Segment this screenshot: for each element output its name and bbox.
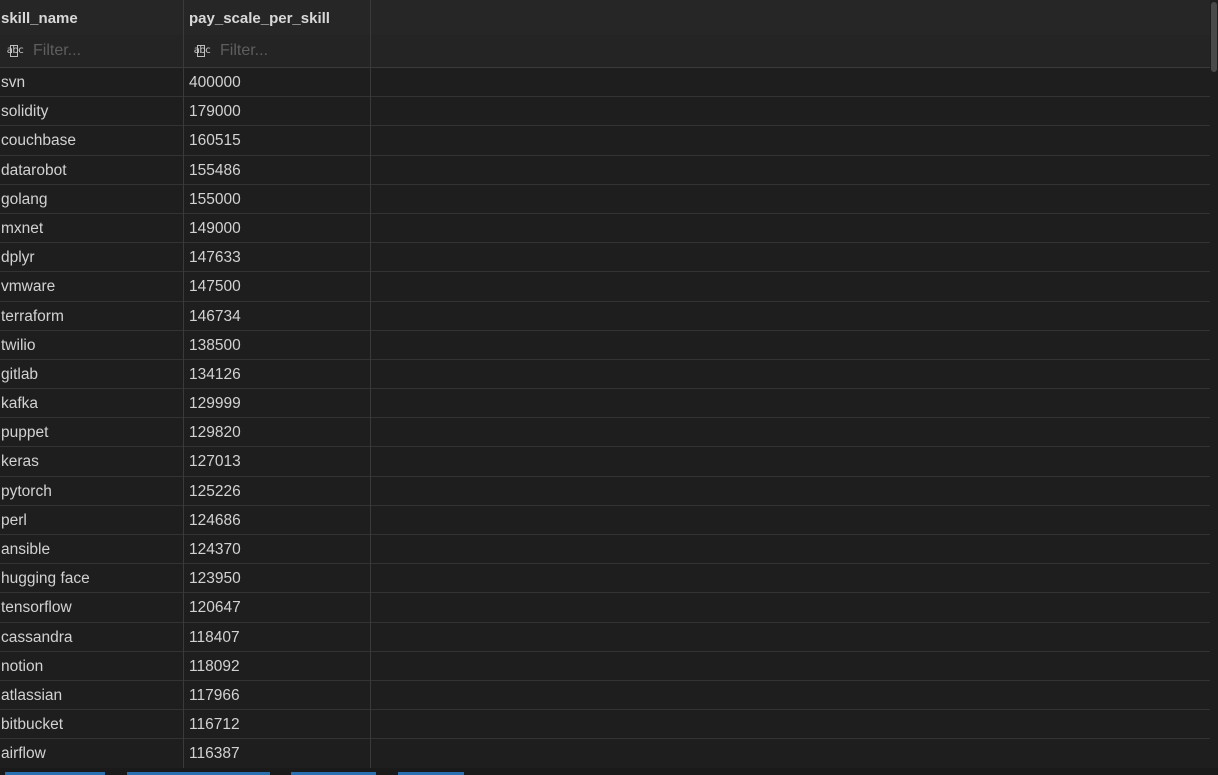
table-row[interactable]: cassandra 118407 xyxy=(0,623,1210,652)
table-row[interactable]: twilio 138500 xyxy=(0,331,1210,360)
cell-pay-scale-per-skill[interactable]: 127013 xyxy=(189,447,241,475)
table-row[interactable]: golang 155000 xyxy=(0,185,1210,214)
table-row[interactable]: datarobot 155486 xyxy=(0,156,1210,185)
table-row[interactable]: dplyr 147633 xyxy=(0,243,1210,273)
scrollbar-thumb[interactable] xyxy=(1211,2,1217,72)
cell-pay-scale-per-skill[interactable]: 125226 xyxy=(189,477,241,505)
cell-skill-name[interactable]: keras xyxy=(1,447,39,475)
cell-skill-name[interactable]: solidity xyxy=(1,97,48,125)
table-body: svn 400000 solidity 179000 couchbase 160515 da… xyxy=(0,68,1210,768)
bottom-tab-strip xyxy=(0,768,1218,775)
filter-cell-skill-name: abc xyxy=(6,35,163,67)
cell-pay-scale-per-skill[interactable]: 120647 xyxy=(189,593,241,621)
results-grid: skill_name pay_scale_per_skill abc abc s… xyxy=(0,0,1210,768)
cell-pay-scale-per-skill[interactable]: 116387 xyxy=(189,739,240,767)
cell-skill-name[interactable]: airflow xyxy=(1,739,46,767)
cell-skill-name[interactable]: notion xyxy=(1,652,43,680)
table-row[interactable]: notion 118092 xyxy=(0,652,1210,681)
cell-skill-name[interactable]: perl xyxy=(1,506,27,534)
cell-skill-name[interactable]: hugging face xyxy=(1,564,90,592)
table-row[interactable]: solidity 179000 xyxy=(0,97,1210,127)
cell-skill-name[interactable]: terraform xyxy=(1,302,64,330)
cell-skill-name[interactable]: dplyr xyxy=(1,243,35,271)
cell-skill-name[interactable]: mxnet xyxy=(1,214,43,242)
cell-skill-name[interactable]: svn xyxy=(1,68,25,96)
table-row[interactable]: perl 124686 xyxy=(0,506,1210,535)
table-row[interactable]: vmware 147500 xyxy=(0,272,1210,302)
cell-pay-scale-per-skill[interactable]: 155486 xyxy=(189,156,241,184)
filter-input-skill-name[interactable] xyxy=(33,42,163,60)
cell-skill-name[interactable]: tensorflow xyxy=(1,593,72,621)
abc-text-type-icon: abc xyxy=(6,45,24,57)
cell-skill-name[interactable]: kafka xyxy=(1,389,38,417)
cell-skill-name[interactable]: gitlab xyxy=(1,360,38,388)
cell-skill-name[interactable]: puppet xyxy=(1,418,48,446)
cell-pay-scale-per-skill[interactable]: 124370 xyxy=(189,535,241,563)
table-row[interactable]: airflow 116387 xyxy=(0,739,1210,768)
cell-pay-scale-per-skill[interactable]: 129999 xyxy=(189,389,241,417)
table-row[interactable]: kafka 129999 xyxy=(0,389,1210,419)
cell-pay-scale-per-skill[interactable]: 117966 xyxy=(189,681,240,709)
cell-pay-scale-per-skill[interactable]: 134126 xyxy=(189,360,241,388)
cell-pay-scale-per-skill[interactable]: 129820 xyxy=(189,418,241,446)
filter-input-pay-scale-per-skill[interactable] xyxy=(220,42,350,60)
cell-pay-scale-per-skill[interactable]: 124686 xyxy=(189,506,241,534)
table-row[interactable]: gitlab 134126 xyxy=(0,360,1210,390)
cell-pay-scale-per-skill[interactable]: 149000 xyxy=(189,214,241,242)
cell-skill-name[interactable]: vmware xyxy=(1,272,55,300)
cell-pay-scale-per-skill[interactable]: 179000 xyxy=(189,97,241,125)
cell-skill-name[interactable]: ansible xyxy=(1,535,50,563)
cell-skill-name[interactable]: pytorch xyxy=(1,477,52,505)
table-row[interactable]: hugging face 123950 xyxy=(0,564,1210,594)
cell-skill-name[interactable]: atlassian xyxy=(1,681,62,709)
column-header-row: skill_name pay_scale_per_skill xyxy=(0,0,1210,36)
table-row[interactable]: bitbucket 116712 xyxy=(0,710,1210,740)
cell-pay-scale-per-skill[interactable]: 147500 xyxy=(189,272,241,300)
cell-pay-scale-per-skill[interactable]: 138500 xyxy=(189,331,241,359)
cell-pay-scale-per-skill[interactable]: 160515 xyxy=(189,126,241,154)
cell-pay-scale-per-skill[interactable]: 116712 xyxy=(189,710,240,738)
filter-row: abc abc xyxy=(0,35,1210,68)
cell-pay-scale-per-skill[interactable]: 400000 xyxy=(189,68,241,96)
cell-pay-scale-per-skill[interactable]: 147633 xyxy=(189,243,241,271)
cell-skill-name[interactable]: twilio xyxy=(1,331,35,359)
filter-cell-pay-scale-per-skill: abc xyxy=(193,35,350,67)
table-row[interactable]: tensorflow 120647 xyxy=(0,593,1210,623)
cell-pay-scale-per-skill[interactable]: 118407 xyxy=(189,623,240,651)
cell-skill-name[interactable]: cassandra xyxy=(1,623,73,651)
cell-skill-name[interactable]: golang xyxy=(1,185,48,213)
table-row[interactable]: ansible 124370 xyxy=(0,535,1210,565)
column-header-skill-name[interactable]: skill_name xyxy=(1,0,78,35)
cell-pay-scale-per-skill[interactable]: 123950 xyxy=(189,564,241,592)
cell-skill-name[interactable]: datarobot xyxy=(1,156,67,184)
cell-pay-scale-per-skill[interactable]: 155000 xyxy=(189,185,241,213)
table-row[interactable]: terraform 146734 xyxy=(0,302,1210,331)
table-row[interactable]: atlassian 117966 xyxy=(0,681,1210,711)
table-row[interactable]: couchbase 160515 xyxy=(0,126,1210,156)
abc-text-type-icon: abc xyxy=(193,45,211,57)
vertical-scrollbar[interactable] xyxy=(1210,0,1218,768)
table-row[interactable]: svn 400000 xyxy=(0,68,1210,98)
table-row[interactable]: mxnet 149000 xyxy=(0,214,1210,244)
table-row[interactable]: keras 127013 xyxy=(0,447,1210,477)
table-row[interactable]: pytorch 125226 xyxy=(0,477,1210,506)
table-row[interactable]: puppet 129820 xyxy=(0,418,1210,448)
column-divider[interactable] xyxy=(370,0,371,768)
column-header-pay-scale-per-skill[interactable]: pay_scale_per_skill xyxy=(189,0,330,35)
cell-skill-name[interactable]: couchbase xyxy=(1,126,76,154)
column-divider[interactable] xyxy=(183,0,184,768)
cell-pay-scale-per-skill[interactable]: 146734 xyxy=(189,302,241,330)
cell-skill-name[interactable]: bitbucket xyxy=(1,710,63,738)
cell-pay-scale-per-skill[interactable]: 118092 xyxy=(189,652,240,680)
